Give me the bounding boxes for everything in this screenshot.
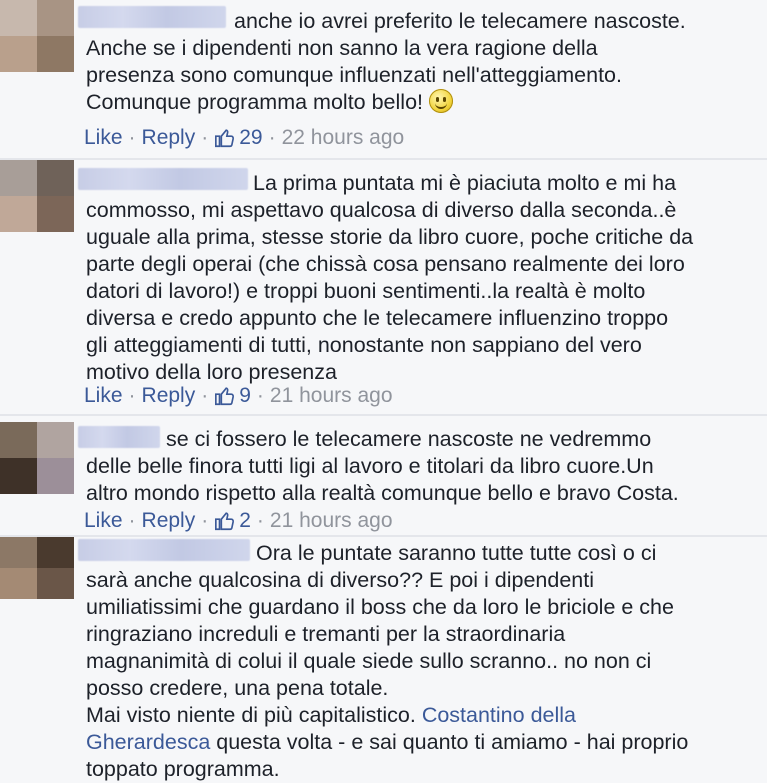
avatar[interactable] [0, 422, 74, 494]
thumbs-up-icon [215, 387, 235, 406]
separator: · [128, 126, 136, 149]
like-count[interactable]: 29 [214, 126, 263, 150]
like-count[interactable]: 9 [214, 384, 251, 408]
separator: · [256, 384, 264, 407]
like-count-value: 2 [239, 509, 251, 532]
timestamp[interactable]: 21 hours ago [270, 509, 393, 533]
comment-actions: Like · Reply · 29 · 22 hours ago [84, 126, 404, 150]
avatar[interactable] [0, 0, 74, 72]
timestamp[interactable]: 21 hours ago [270, 384, 393, 408]
reply-link[interactable]: Reply [142, 384, 196, 408]
separator: · [256, 509, 264, 532]
smile-emoji-icon [429, 89, 453, 113]
separator: · [201, 384, 209, 407]
separator: · [201, 126, 209, 149]
separator: · [128, 384, 136, 407]
thumbs-up-icon [215, 512, 235, 531]
timestamp[interactable]: 22 hours ago [282, 126, 405, 150]
like-count-value: 29 [239, 126, 263, 149]
comment-3: se ci fossero le telecamere nascoste ne … [0, 416, 767, 536]
comment-2: La prima puntata mi è piaciuta molto e m… [0, 160, 767, 415]
like-count[interactable]: 2 [214, 509, 251, 533]
comment-text: Ora le puntate saranno tutte tutte così … [86, 541, 689, 781]
comment-actions: Like · Reply · 9 · 21 hours ago [84, 384, 393, 408]
comment-4: Ora le puntate saranno tutte tutte così … [0, 537, 767, 781]
reply-link[interactable]: Reply [142, 126, 196, 150]
comment-text: se ci fossero le telecamere nascoste ne … [86, 427, 679, 505]
separator: · [128, 509, 136, 532]
comment-text: La prima puntata mi è piaciuta molto e m… [86, 171, 694, 384]
comment-text: anche io avrei preferito le telecamere n… [86, 9, 686, 114]
like-link[interactable]: Like [84, 509, 123, 533]
like-link[interactable]: Like [84, 126, 123, 150]
thumbs-up-icon [215, 129, 235, 148]
like-count-value: 9 [239, 384, 251, 407]
like-link[interactable]: Like [84, 384, 123, 408]
comment-1: anche io avrei preferito le telecamere n… [0, 0, 767, 160]
separator: · [268, 126, 276, 149]
comment-actions: Like · Reply · 2 · 21 hours ago [84, 509, 393, 533]
avatar[interactable] [0, 537, 74, 599]
avatar[interactable] [0, 160, 74, 232]
separator: · [201, 509, 209, 532]
reply-link[interactable]: Reply [142, 509, 196, 533]
